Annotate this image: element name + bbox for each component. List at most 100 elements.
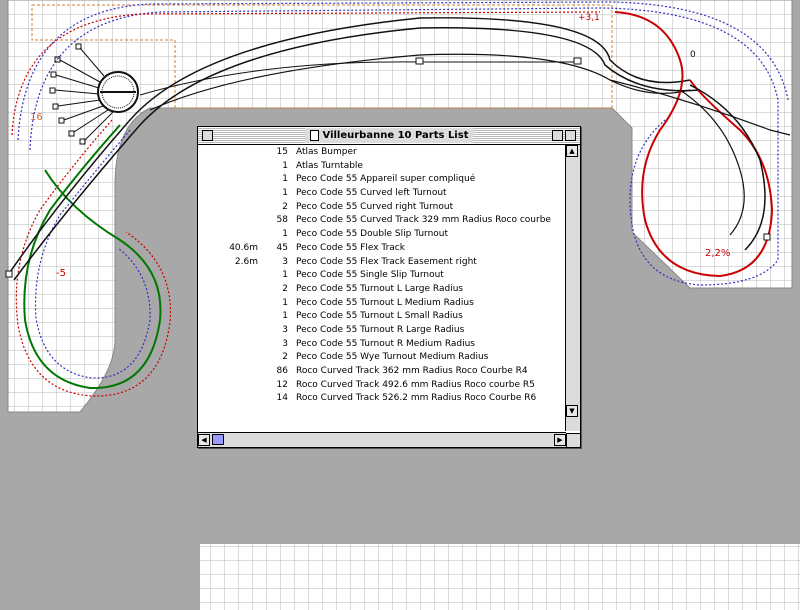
list-item[interactable]: 3 Peco Code 55 Turnout R Large Radius [200, 324, 561, 338]
part-quantity: 14 [276, 393, 288, 404]
grade-label-left: -5 [56, 268, 66, 279]
part-length [200, 146, 258, 160]
list-item[interactable]: 2 Peco Code 55 Turnout L Large Radius [200, 283, 561, 297]
part-quantity: 3 [282, 256, 288, 267]
part-name: Peco Code 55 Turnout L Large Radius [296, 283, 464, 294]
part-length [200, 173, 258, 187]
part-quantity: 45 [276, 242, 288, 253]
list-item[interactable]: 14 Roco Curved Track 526.2 mm Radius Roco… [200, 392, 561, 406]
list-item[interactable]: 86 Roco Curved Track 362 mm Radius Roco C… [200, 365, 561, 379]
part-quantity: 15 [276, 147, 288, 157]
scroll-left-arrow-icon[interactable]: ◀ [198, 434, 210, 446]
part-length [200, 214, 258, 228]
window-titlebar[interactable]: Villeurbanne 10 Parts List [198, 127, 580, 145]
list-item[interactable]: 1 Peco Code 55 Double Slip Turnout [200, 228, 561, 242]
parts-list: 15 Atlas Bumper 1 Atlas Turntable 1 Peco Code… [200, 146, 561, 429]
part-length [200, 365, 258, 379]
part-length [200, 269, 258, 283]
list-item[interactable]: 1 Peco Code 55 Single Slip Turnout [200, 269, 561, 283]
part-quantity: 2 [282, 201, 288, 212]
part-name: Peco Code 55 Turnout R Medium Radius [296, 338, 475, 349]
part-quantity: 2 [282, 352, 288, 363]
part-name: Atlas Turntable [296, 160, 363, 171]
part-name: Peco Code 55 Curved left Turnout [296, 188, 447, 199]
part-length [200, 297, 258, 311]
part-quantity: 1 [282, 160, 288, 171]
part-length: 40.6m [229, 242, 258, 253]
part-quantity: 1 [282, 297, 288, 308]
part-quantity: 2 [282, 283, 288, 294]
part-name: Roco Curved Track 362 mm Radius Roco Cou… [296, 366, 528, 376]
list-item[interactable]: 1 Peco Code 55 Appareil super compliqué [200, 173, 561, 187]
part-quantity: 3 [282, 324, 288, 335]
list-item[interactable]: 58 Peco Code 55 Curved Track 329 mm Radiu… [200, 214, 561, 228]
part-name: Peco Code 55 Double Slip Turnout [296, 229, 449, 240]
part-length [200, 201, 258, 215]
window-title: Villeurbanne 10 Parts List [322, 130, 469, 141]
list-item[interactable]: 2.6m 3 Peco Code 55 Flex Track Easement ri… [200, 256, 561, 270]
part-length [200, 379, 258, 393]
lower-baseboard [200, 544, 800, 610]
part-quantity: 1 [282, 188, 288, 199]
grow-box-icon[interactable] [566, 433, 580, 447]
part-name: Peco Code 55 Curved right Turnout [296, 201, 454, 212]
part-name: Atlas Bumper [296, 147, 357, 157]
part-quantity: 12 [276, 379, 288, 390]
part-length [200, 338, 258, 352]
horizontal-scrollbar[interactable]: ◀ ▶ [198, 432, 566, 447]
scroll-up-arrow-icon[interactable]: ▲ [566, 145, 578, 157]
part-name: Roco Curved Track 526.2 mm Radius Roco C… [296, 393, 537, 404]
part-name: Peco Code 55 Single Slip Turnout [296, 270, 444, 281]
bumper [763, 233, 771, 241]
parts-list-window[interactable]: Villeurbanne 10 Parts List 15 Atlas Bumpe… [197, 126, 581, 448]
part-length: 2.6m [234, 256, 258, 267]
vertical-scrollbar[interactable]: ▲ ▼ [565, 145, 580, 431]
document-icon [309, 130, 319, 141]
part-name: Peco Code 55 Turnout R Large Radius [296, 324, 465, 335]
scroll-thumb[interactable] [212, 434, 224, 445]
list-item[interactable]: 1 Atlas Turntable [200, 160, 561, 174]
list-item[interactable]: 2 Peco Code 55 Curved right Turnout [200, 201, 561, 215]
list-item[interactable]: 1 Peco Code 55 Curved left Turnout [200, 187, 561, 201]
part-quantity: 3 [282, 338, 288, 349]
scroll-down-arrow-icon[interactable]: ▼ [566, 405, 578, 417]
bumper [5, 270, 13, 278]
part-length [200, 392, 258, 406]
part-quantity: 1 [282, 229, 288, 240]
zoom-box-icon[interactable] [552, 130, 563, 141]
part-length [200, 283, 258, 297]
list-item[interactable]: 3 Peco Code 55 Turnout R Medium Radius [200, 338, 561, 352]
part-length [200, 310, 258, 324]
bumper [415, 57, 424, 65]
part-quantity: 1 [282, 311, 288, 322]
list-item[interactable]: 12 Roco Curved Track 492.6 mm Radius Roco… [200, 379, 561, 393]
part-quantity: 1 [282, 270, 288, 281]
part-length [200, 324, 258, 338]
grade-label-right: 2,2% [705, 248, 730, 259]
part-name: Peco Code 55 Flex Track Easement right [296, 256, 477, 267]
part-length [200, 351, 258, 365]
part-quantity: 58 [276, 215, 288, 226]
collapse-box-icon[interactable] [565, 130, 576, 141]
part-length [200, 228, 258, 242]
list-item[interactable]: 2 Peco Code 55 Wye Turnout Medium Radius [200, 351, 561, 365]
part-name: Peco Code 55 Appareil super compliqué [296, 174, 476, 185]
part-length [200, 187, 258, 201]
part-name: Peco Code 55 Curved Track 329 mm Radius … [296, 215, 551, 226]
list-item[interactable]: 1 Peco Code 55 Turnout L Small Radius [200, 310, 561, 324]
part-length [200, 160, 258, 174]
label-zero: 0 [690, 50, 696, 60]
bumper [573, 57, 582, 65]
part-name: Roco Curved Track 492.6 mm Radius Roco c… [296, 379, 535, 390]
part-quantity: 86 [276, 366, 288, 376]
part-name: Peco Code 55 Flex Track [296, 242, 405, 253]
list-item[interactable]: 40.6m 45 Peco Code 55 Flex Track [200, 242, 561, 256]
part-name: Peco Code 55 Turnout L Medium Radius [296, 297, 474, 308]
list-item[interactable]: 15 Atlas Bumper [200, 146, 561, 160]
scroll-right-arrow-icon[interactable]: ▶ [554, 434, 566, 446]
label-top: +3,1 [578, 13, 600, 23]
list-item[interactable]: 1 Peco Code 55 Turnout L Medium Radius [200, 297, 561, 311]
part-name: Peco Code 55 Turnout L Small Radius [296, 311, 463, 322]
label-16: 16 [30, 112, 43, 123]
part-quantity: 1 [282, 174, 288, 185]
